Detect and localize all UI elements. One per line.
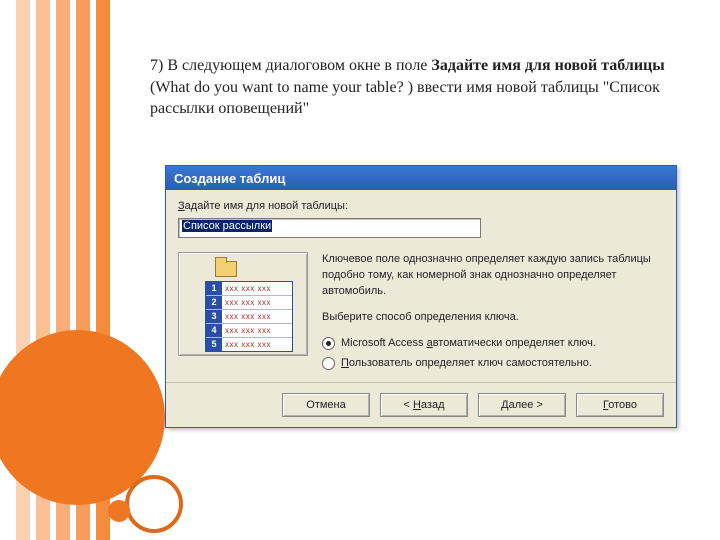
illus-cells: xxx xxx xxx: [222, 338, 292, 351]
wizard-dialog: Создание таблиц Задайте имя для новой та…: [165, 165, 677, 428]
dialog-titlebar: Создание таблиц: [166, 166, 676, 190]
wizard-illustration: 1xxx xxx xxx 2xxx xxx xxx 3xxx xxx xxx 4…: [178, 252, 308, 356]
prompt-text: адайте имя для новой таблицы:: [185, 200, 348, 212]
illus-cells: xxx xxx xxx: [222, 310, 292, 323]
text-suffix: (What do you want to name your table? ) …: [150, 79, 660, 118]
radio-auto-key-label: Microsoft Access автоматически определяе…: [341, 336, 596, 352]
illus-rownum: 4: [206, 324, 222, 337]
illustration-table: 1xxx xxx xxx 2xxx xxx xxx 3xxx xxx xxx 4…: [205, 281, 293, 352]
text-prefix: 7) В следующем диалоговом окне в поле: [150, 57, 431, 74]
illus-rownum: 1: [206, 282, 222, 295]
illus-rownum: 5: [206, 338, 222, 351]
dialog-body: Задайте имя для новой таблицы: Список ра…: [166, 190, 676, 382]
back-button-label: < Назад: [403, 399, 444, 411]
cancel-button[interactable]: Отмена: [282, 393, 370, 417]
table-name-input[interactable]: Список рассылки: [178, 218, 481, 238]
key-field-explanation: Ключевое поле однозначно определяет кажд…: [322, 252, 664, 300]
radio-user-key[interactable]: Пользователь определяет ключ самостоятел…: [322, 356, 664, 372]
radio-icon: [322, 337, 335, 350]
table-name-prompt: Задайте имя для новой таблицы:: [178, 200, 664, 212]
illus-cells: xxx xxx xxx: [222, 296, 292, 309]
dialog-title: Создание таблиц: [174, 171, 285, 186]
illus-cells: xxx xxx xxx: [222, 324, 292, 337]
slide-instruction-text: 7) В следующем диалоговом окне в поле За…: [150, 55, 670, 120]
wizard-info-column: Ключевое поле однозначно определяет кажд…: [322, 252, 664, 376]
illus-rownum: 2: [206, 296, 222, 309]
back-button[interactable]: < Назад: [380, 393, 468, 417]
dialog-button-bar: Отмена < Назад Далее > Готово: [166, 382, 676, 427]
finish-button[interactable]: Готово: [576, 393, 664, 417]
folder-icon: [215, 261, 237, 277]
radio-user-key-label: Пользователь определяет ключ самостоятел…: [341, 356, 592, 372]
table-name-value: Список рассылки: [182, 220, 272, 232]
finish-button-label: Готово: [603, 399, 637, 411]
illus-rownum: 3: [206, 310, 222, 323]
bg-circle-ring: [125, 475, 183, 533]
text-bold-field-name: Задайте имя для новой таблицы: [431, 57, 664, 74]
key-choice-prompt: Выберите способ определения ключа.: [322, 310, 664, 326]
next-button-label: Далее >: [501, 399, 543, 411]
radio-auto-key[interactable]: Microsoft Access автоматически определяе…: [322, 336, 664, 352]
illus-cells: xxx xxx xxx: [222, 282, 292, 295]
next-button[interactable]: Далее >: [478, 393, 566, 417]
bg-circle-small: [108, 500, 130, 522]
radio-icon: [322, 357, 335, 370]
cancel-button-label: Отмена: [306, 399, 345, 411]
